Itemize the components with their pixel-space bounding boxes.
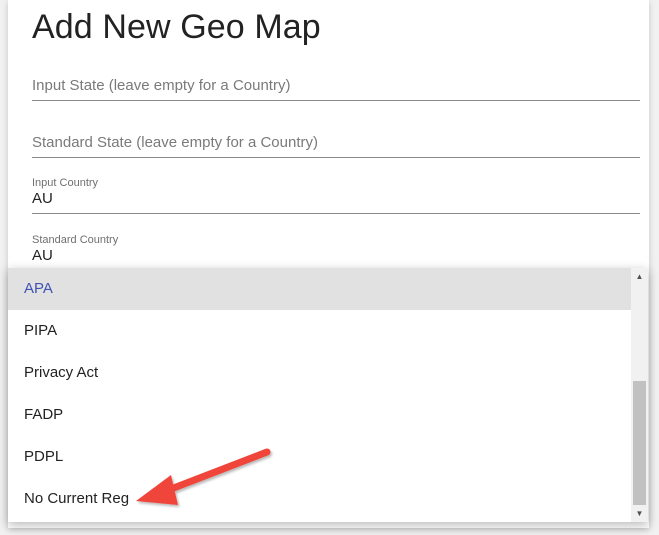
input-state-placeholder: Input State (leave empty for a Country) [32, 77, 291, 94]
option-privacy-act[interactable]: Privacy Act [8, 352, 631, 394]
arrow-down-icon[interactable]: ▼ [631, 505, 648, 522]
standard-state-field[interactable]: Standard State (leave empty for a Countr… [32, 121, 640, 158]
standard-country-label: Standard Country [32, 234, 119, 246]
input-state-field[interactable]: Input State (leave empty for a Country) [32, 64, 640, 101]
arrow-up-icon[interactable]: ▲ [631, 268, 648, 285]
regulation-dropdown[interactable]: APA PIPA Privacy Act FADP PDPL No Curren… [8, 268, 648, 522]
option-apa[interactable]: APA [8, 268, 631, 310]
option-no-current-reg[interactable]: No Current Reg [8, 478, 631, 520]
input-country-value: AU [32, 190, 53, 207]
option-fadp[interactable]: FADP [8, 394, 631, 436]
option-pipa[interactable]: PIPA [8, 310, 631, 352]
standard-state-placeholder: Standard State (leave empty for a Countr… [32, 134, 318, 151]
option-pdpl[interactable]: PDPL [8, 436, 631, 478]
input-country-field[interactable]: Input Country AU [32, 177, 640, 214]
standard-country-field[interactable]: Standard Country AU [32, 234, 640, 271]
dialog-title: Add New Geo Map [32, 8, 321, 46]
standard-country-value: AU [32, 247, 53, 264]
scroll-thumb[interactable] [633, 381, 646, 505]
input-country-label: Input Country [32, 177, 99, 189]
dropdown-scrollbar[interactable]: ▲ ▼ [631, 268, 648, 522]
